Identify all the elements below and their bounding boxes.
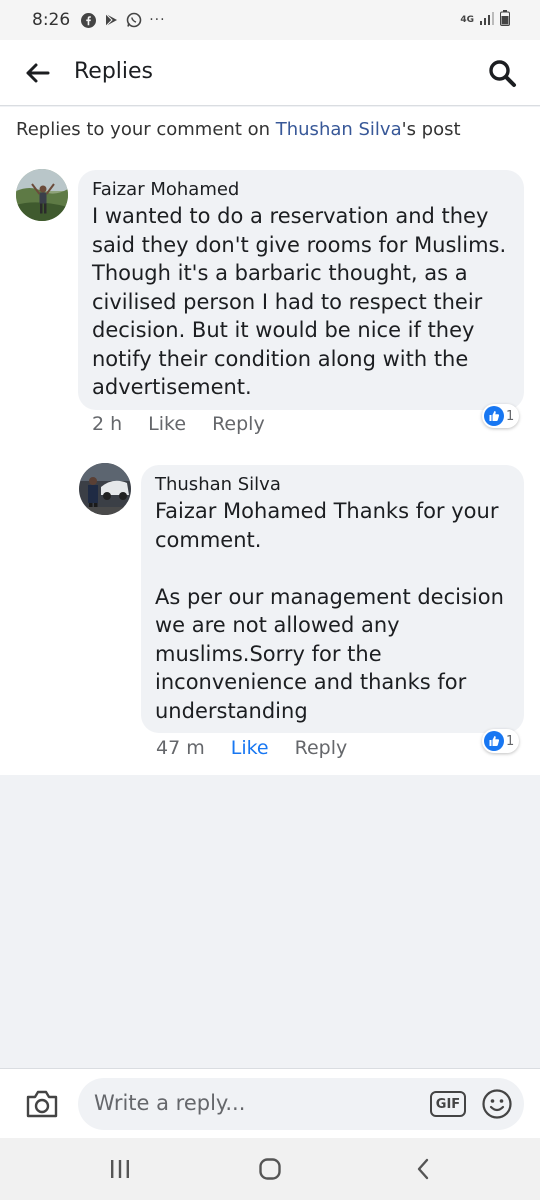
reaction-summary[interactable]: 1 (482, 404, 520, 428)
home-icon (259, 1158, 281, 1180)
search-button[interactable] (486, 57, 518, 89)
comment-text: I wanted to do a reservation and they sa… (92, 204, 507, 399)
recent-apps-icon (111, 1160, 129, 1178)
reply-button[interactable]: Reply (212, 413, 265, 435)
network-type: 4G (460, 14, 474, 25)
emoji-button[interactable] (481, 1088, 513, 1120)
status-time: 8:26 (32, 10, 71, 30)
replies-context: Replies to your comment on Thushan Silva… (16, 119, 461, 140)
comment-bubble: Thushan Silva Faizar Mohamed Thanks for … (141, 465, 524, 733)
comment-body: Thanks for your comment. As per our mana… (155, 499, 504, 723)
avatar[interactable] (79, 463, 131, 515)
context-prefix: Replies to your comment on (16, 119, 276, 140)
like-button[interactable]: Like (231, 737, 269, 759)
camera-button[interactable] (24, 1087, 60, 1121)
recent-apps-button[interactable] (100, 1154, 140, 1184)
camera-icon (26, 1090, 58, 1118)
back-arrow-icon (26, 63, 50, 83)
page-title: Replies (74, 59, 154, 84)
home-button[interactable] (250, 1154, 290, 1184)
system-nav-bar (0, 1138, 540, 1200)
back-nav-button[interactable] (403, 1154, 443, 1184)
comment-time: 2 h (92, 413, 123, 435)
context-suffix: 's post (401, 119, 461, 140)
comment-actions: 2 h Like Reply (92, 413, 291, 435)
like-reaction-icon (484, 731, 504, 751)
comment-author[interactable]: Faizar Mohamed (92, 178, 510, 202)
like-reaction-icon (484, 406, 504, 426)
reply-placeholder: Write a reply... (94, 1091, 246, 1115)
whatsapp-icon (126, 12, 142, 28)
reaction-count: 1 (506, 408, 515, 424)
emoji-icon (482, 1089, 512, 1119)
replies-thread: Replies to your comment on Thushan Silva… (0, 107, 540, 775)
system-status-icons: 4G (460, 10, 510, 29)
comment-text: Faizar Mohamed Thanks for your comment. … (155, 497, 510, 725)
avatar[interactable] (16, 169, 68, 221)
notification-icons: ··· (80, 12, 165, 28)
reaction-summary[interactable]: 1 (482, 729, 520, 753)
reply-button[interactable]: Reply (295, 737, 348, 759)
more-dots-icon: ··· (149, 12, 166, 28)
comment-bubble: Faizar Mohamed I wanted to do a reservat… (78, 170, 524, 410)
reaction-count: 1 (506, 733, 515, 749)
chevron-left-icon (417, 1158, 429, 1180)
signal-icon (479, 11, 495, 28)
play-store-icon (103, 12, 119, 28)
mention-link[interactable]: Faizar Mohamed (155, 499, 327, 523)
like-button[interactable]: Like (148, 413, 186, 435)
search-icon (489, 60, 516, 87)
comment-time: 47 m (156, 737, 205, 759)
comment-actions: 47 m Like Reply (156, 737, 373, 759)
battery-icon (500, 10, 510, 29)
gif-button[interactable]: GIF (430, 1091, 466, 1117)
facebook-icon (80, 12, 96, 28)
status-bar: 8:26 ··· 4G (0, 0, 540, 40)
reply-composer: Write a reply... GIF (0, 1068, 540, 1138)
app-header: Replies (0, 40, 540, 106)
comment-author[interactable]: Thushan Silva (155, 473, 510, 497)
back-button[interactable] (22, 60, 52, 86)
post-author-link[interactable]: Thushan Silva (276, 119, 402, 140)
